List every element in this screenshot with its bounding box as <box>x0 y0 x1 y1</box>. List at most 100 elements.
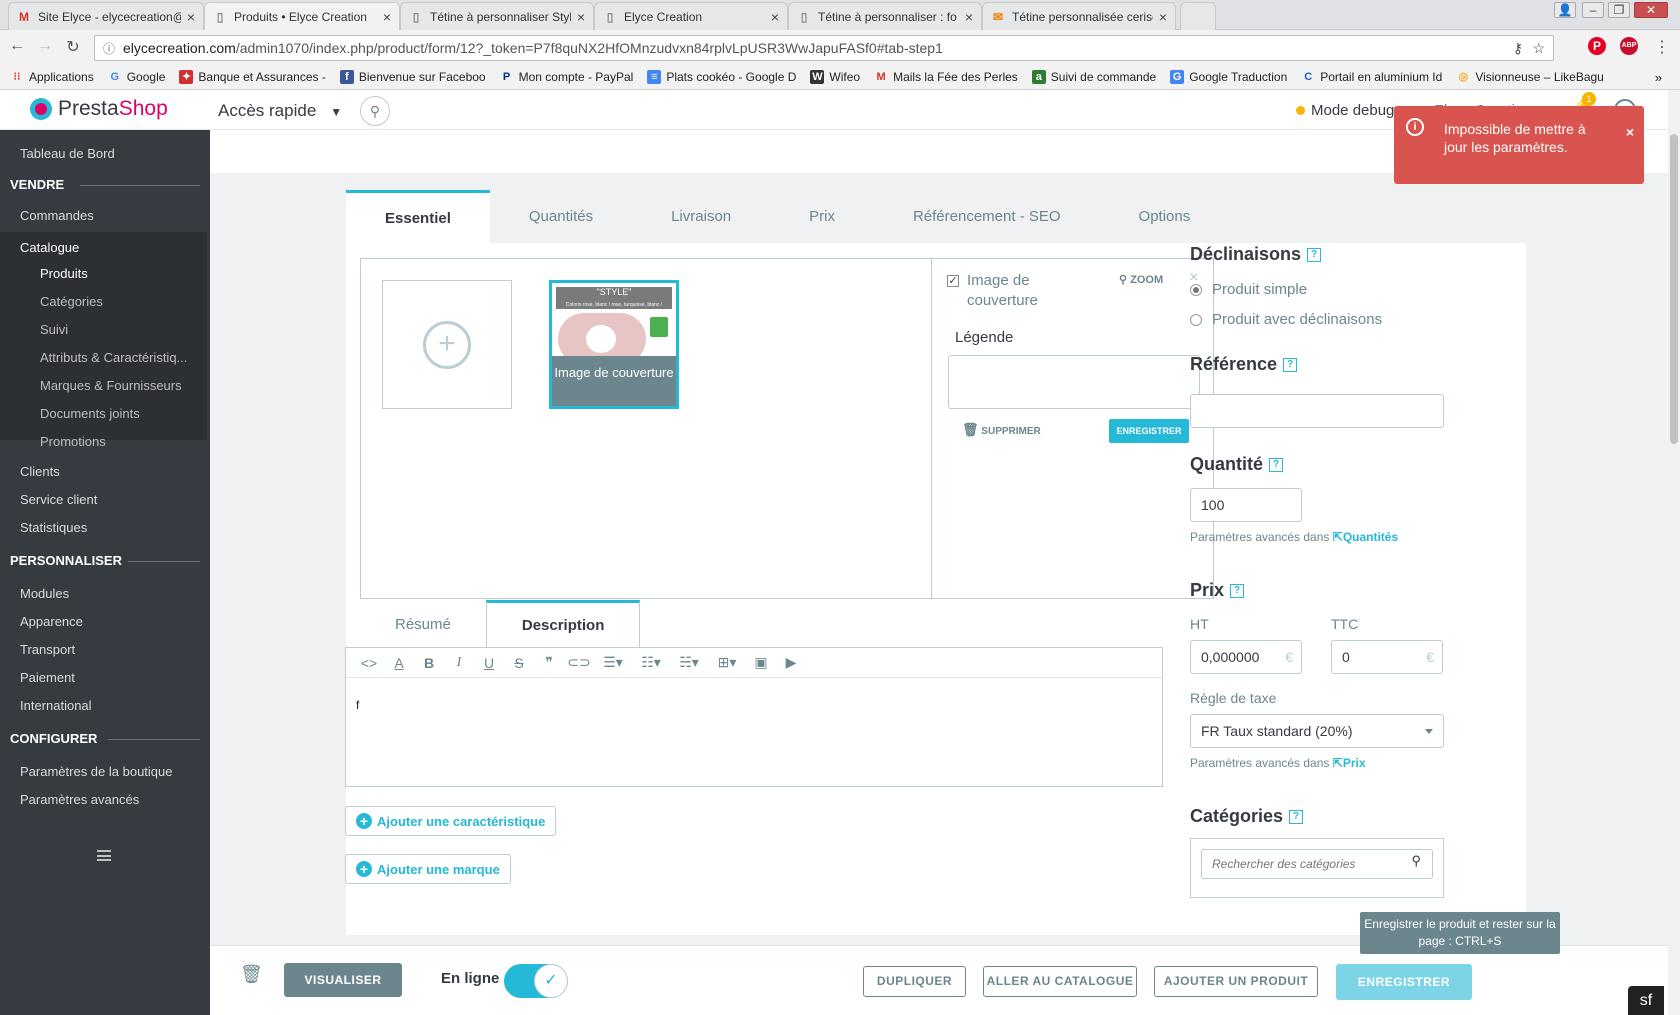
cover-checkbox[interactable]: ✓ <box>947 275 959 287</box>
more-bookmarks-icon[interactable]: » <box>1655 70 1662 85</box>
quantity-input[interactable]: 100 <box>1190 488 1302 522</box>
page-scrollbar[interactable] <box>1668 90 1680 1015</box>
add-feature-button[interactable]: + Ajouter une caractéristique <box>345 806 557 836</box>
help-icon[interactable]: ? <box>1283 358 1298 373</box>
bookmark-docs[interactable]: ≡ Plats cookéo - Google D <box>647 70 796 84</box>
add-product-button[interactable]: AJOUTER UN PRODUIT <box>1154 966 1318 997</box>
minimize-icon[interactable]: – <box>1582 2 1604 18</box>
table-icon[interactable]: ⊞▾ <box>708 654 746 671</box>
sidebar-item-appearance[interactable]: Apparence <box>20 614 83 629</box>
search-icon[interactable]: ⚲ <box>360 96 390 126</box>
sidebar-item-customer-service[interactable]: Service client <box>20 492 97 507</box>
go-to-catalog-button[interactable]: ALLER AU CATALOGUE <box>983 966 1137 997</box>
close-icon[interactable]: × <box>187 9 195 25</box>
duplicate-button[interactable]: DUPLIQUER <box>863 966 966 997</box>
sidebar-item-stats[interactable]: Statistiques <box>20 520 87 535</box>
sidebar-item-shop-settings[interactable]: Paramètres de la boutique <box>20 764 172 779</box>
tax-rule-select[interactable]: FR Taux standard (20%) <box>1190 714 1444 748</box>
close-window-icon[interactable]: ✕ <box>1634 2 1668 18</box>
help-icon[interactable]: ? <box>1230 584 1245 599</box>
sidebar-item-modules[interactable]: Modules <box>20 586 69 601</box>
font-color-icon[interactable]: A <box>384 655 414 671</box>
bookmark-mails[interactable]: M Mails la Fée des Perles <box>874 70 1017 84</box>
combinations-product-radio[interactable]: Produit avec déclinaisons <box>1190 311 1382 328</box>
browser-tab-4[interactable]: ▯ Elyce Creation × <box>594 2 788 30</box>
close-icon[interactable]: × <box>965 9 973 25</box>
link-icon[interactable]: ⊂⊃ <box>564 654 594 671</box>
add-image-dropzone[interactable]: + <box>382 280 512 409</box>
quantities-link[interactable]: ⇱Quantités <box>1333 530 1398 544</box>
close-icon[interactable]: × <box>1159 9 1167 25</box>
delete-image-button[interactable]: 🗑 SUPPRIMER <box>962 422 1041 438</box>
new-tab-button[interactable] <box>1180 2 1216 30</box>
help-icon[interactable]: ? <box>1307 248 1322 263</box>
online-toggle[interactable]: ✓ <box>504 964 568 998</box>
bookmark-paypal[interactable]: P Mon compte - PayPal <box>500 70 633 84</box>
description-editor[interactable]: <> A B I U S ❞ ⊂⊃ ☰▾ ☷▾ ☵▾ ⊞▾ ▣ ▶ f <box>345 647 1163 787</box>
adblock-icon[interactable]: ABP <box>1620 37 1638 55</box>
bookmark-google[interactable]: G Google <box>108 70 165 84</box>
browser-tab-6[interactable]: ✉ Tétine personnalisée cerise × <box>982 2 1176 30</box>
sidebar-item-clients[interactable]: Clients <box>20 464 60 479</box>
hamburger-icon[interactable] <box>97 850 111 861</box>
cover-image-thumbnail[interactable]: "STYLE" Coloris rose, blanc / rose, turqu… <box>549 280 679 409</box>
sidebar-item-orders[interactable]: Commandes <box>20 208 94 223</box>
sidebar-item-promotions[interactable]: Promotions <box>40 434 106 449</box>
preview-button[interactable]: VISUALISER <box>284 963 402 997</box>
simple-product-radio[interactable]: Produit simple <box>1190 281 1307 298</box>
underline-icon[interactable]: U <box>474 655 504 671</box>
sidebar-item-products[interactable]: Produits <box>40 266 88 281</box>
close-alert-button[interactable]: × <box>1626 124 1634 140</box>
sidebar-item-categories[interactable]: Catégories <box>40 294 103 309</box>
sidebar-item-brands[interactable]: Marques & Fournisseurs <box>40 378 182 393</box>
price-ttc-input[interactable]: 0 € <box>1331 640 1443 674</box>
bookmark-tracking[interactable]: a Suivi de commande <box>1031 70 1156 84</box>
strikethrough-icon[interactable]: S <box>504 655 534 671</box>
numbered-list-icon[interactable]: ☵▾ <box>670 654 708 671</box>
tab-description[interactable]: Description <box>485 600 641 648</box>
bookmark-likebague[interactable]: ◎ Visionneuse – LikeBagu <box>1456 70 1604 84</box>
close-icon[interactable]: × <box>577 9 585 25</box>
sidebar-item-catalog[interactable]: Catalogue <box>20 240 79 255</box>
tab-essentiel[interactable]: Essentiel <box>346 190 490 243</box>
italic-icon[interactable]: I <box>444 655 474 671</box>
bullet-list-icon[interactable]: ☷▾ <box>632 654 670 671</box>
quick-access-dropdown[interactable]: Accès rapide ▼ <box>218 101 342 121</box>
scrollbar-thumb[interactable] <box>1670 134 1678 444</box>
save-button[interactable]: ENREGISTRER <box>1336 964 1472 1000</box>
tab-options[interactable]: Options <box>1100 190 1230 243</box>
sidebar-item-advanced-settings[interactable]: Paramètres avancés <box>20 792 139 807</box>
browser-tab-5[interactable]: ▯ Tétine à personnaliser : fo × <box>788 2 982 30</box>
bold-icon[interactable]: B <box>414 655 444 671</box>
legend-textarea[interactable] <box>948 355 1200 409</box>
restore-icon[interactable]: ❐ <box>1608 2 1630 18</box>
close-icon[interactable]: × <box>383 9 391 25</box>
close-icon[interactable]: × <box>771 9 779 25</box>
tab-prix[interactable]: Prix <box>770 190 874 243</box>
back-icon[interactable]: ← <box>6 37 28 55</box>
bookmark-translate[interactable]: G Google Traduction <box>1170 70 1287 84</box>
bookmark-bank[interactable]: ✦ Banque et Assurances - <box>179 70 326 84</box>
debug-mode[interactable]: Mode debug <box>1296 102 1394 119</box>
price-link[interactable]: ⇱Prix <box>1333 756 1366 770</box>
prestashop-logo[interactable]: Presta Shop <box>30 97 168 121</box>
tab-seo[interactable]: Référencement - SEO <box>874 190 1100 243</box>
key-icon[interactable]: ⚷ <box>1513 40 1523 57</box>
tab-quantites[interactable]: Quantités <box>490 190 632 243</box>
user-icon[interactable]: 👤 <box>1554 2 1576 18</box>
reload-icon[interactable]: ↻ <box>62 37 84 57</box>
sidebar-item-files[interactable]: Documents joints <box>40 406 140 421</box>
browser-tab-2[interactable]: ▯ Produits • Elyce Creation × <box>204 2 400 30</box>
align-icon[interactable]: ☰▾ <box>594 654 632 671</box>
sidebar-item-tracking[interactable]: Suivi <box>40 322 68 337</box>
pinterest-icon[interactable]: P <box>1588 37 1606 55</box>
add-brand-button[interactable]: + Ajouter une marque <box>345 854 511 884</box>
browser-tab-3[interactable]: ▯ Tétine à personnaliser Styl × <box>400 2 594 30</box>
code-icon[interactable]: <> <box>354 655 384 671</box>
save-image-button[interactable]: ENREGISTRER <box>1109 419 1189 443</box>
star-icon[interactable]: ☆ <box>1532 40 1545 57</box>
bookmark-portal[interactable]: C Portail en aluminium Id <box>1301 70 1442 84</box>
sidebar-item-shipping[interactable]: Transport <box>20 642 75 657</box>
menu-icon[interactable]: ⋮ <box>1654 37 1670 57</box>
sidebar-item-international[interactable]: International <box>20 698 92 713</box>
